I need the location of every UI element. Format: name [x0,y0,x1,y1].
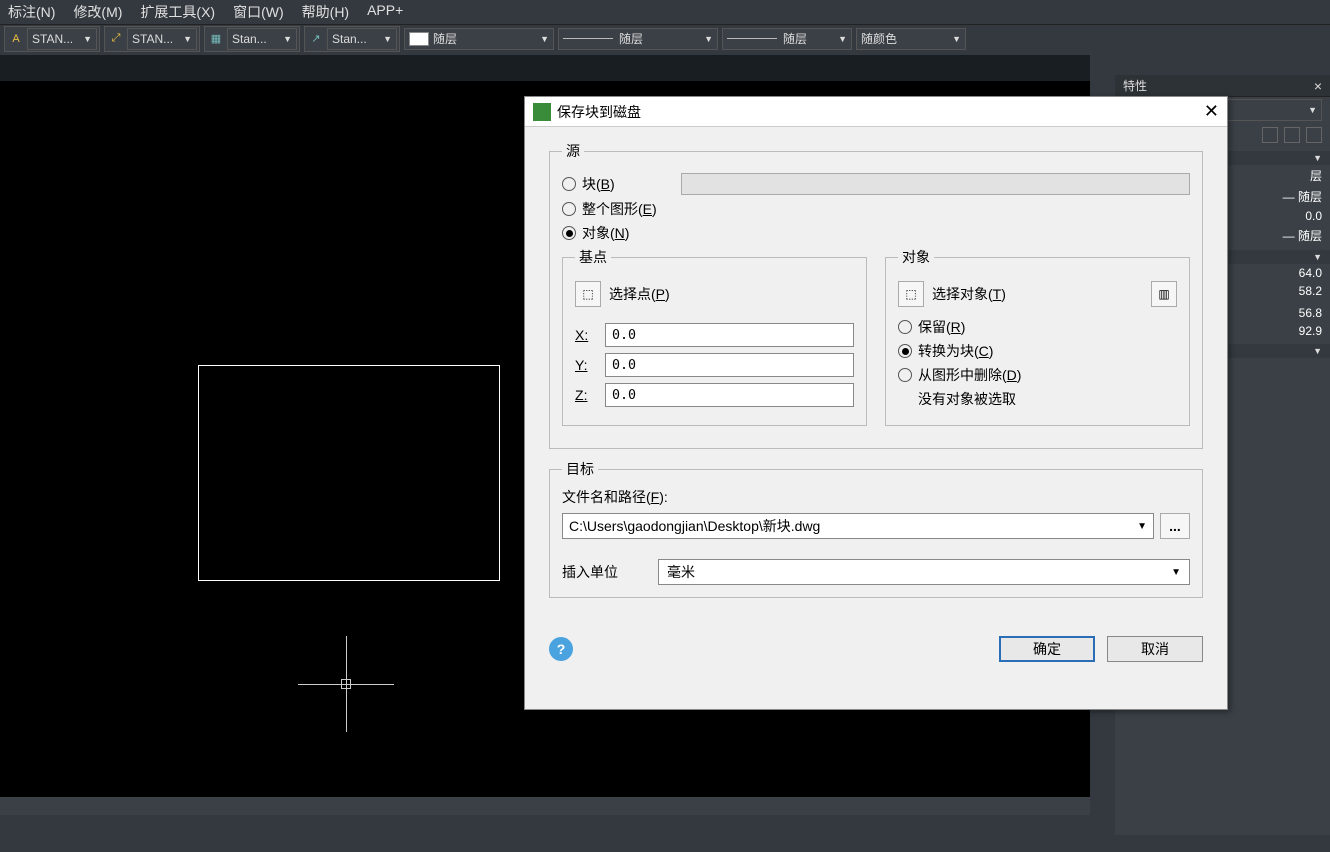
source-legend: 源 [562,141,584,161]
radio-objects[interactable] [562,226,576,240]
radio-retain-label[interactable]: 保留(R) [918,317,965,337]
prop-icon-3[interactable] [1306,127,1322,143]
tablestyle-dropdown[interactable]: Stan...▼ [227,28,297,50]
dim-style-icon[interactable]: ⤢ [107,30,125,48]
x-input[interactable] [605,323,854,347]
dimstyle-dropdown[interactable]: STAN...▼ [127,28,197,50]
radio-block[interactable] [562,177,576,191]
browse-button[interactable]: ... [1160,513,1190,539]
objects-fieldset: 对象 ⬚ 选择对象(T) ▥ 保留(R) 转换为块(C) 从图形中删除(D) 没… [885,247,1190,426]
prop-icon-1[interactable] [1262,127,1278,143]
menu-ext[interactable]: 扩展工具(X) [140,2,215,22]
path-label: 文件名和路径(F): [562,487,1190,507]
radio-convert-label[interactable]: 转换为块(C) [918,341,993,361]
lineweight-dropdown[interactable]: 随层▼ [722,28,852,50]
radio-block-label[interactable]: 块(B) [582,174,615,194]
basepoint-legend: 基点 [575,247,611,267]
style-group-3: ▦ Stan...▼ [204,26,300,52]
mleader-style-icon[interactable]: ↗ [307,30,325,48]
source-fieldset: 源 块(B) 整个图形(E) 对象(N) 基点 ⬚ 选择点(P) [549,141,1203,449]
menu-modify[interactable]: 修改(M) [73,2,122,22]
layer-color-dropdown[interactable]: 随层▼ [404,28,554,50]
text-style-icon[interactable]: A [7,30,25,48]
pick-point-label[interactable]: 选择点(P) [609,284,670,304]
radio-delete[interactable] [898,368,912,382]
selection-status: 没有对象被选取 [918,389,1177,409]
radio-entire[interactable] [562,202,576,216]
radio-retain[interactable] [898,320,912,334]
style-group-4: ↗ Stan...▼ [304,26,400,52]
target-fieldset: 目标 文件名和路径(F): C:\Users\gaodongjian\Deskt… [549,459,1203,598]
rectangle-object[interactable] [198,365,500,581]
menu-app[interactable]: APP+ [367,2,403,22]
z-label: Z: [575,387,595,403]
radio-entire-label[interactable]: 整个图形(E) [582,199,657,219]
path-input[interactable]: C:\Users\gaodongjian\Desktop\新块.dwg▼ [562,513,1154,539]
basepoint-fieldset: 基点 ⬚ 选择点(P) X: Y: Z: [562,247,867,426]
radio-delete-label[interactable]: 从图形中删除(D) [918,365,1021,385]
objects-legend: 对象 [898,247,934,267]
style-group-2: ⤢ STAN...▼ [104,26,200,52]
dialog-close-button[interactable]: ✕ [1204,101,1219,122]
properties-title: 特性 × [1115,75,1330,97]
menu-bar: 标注(N) 修改(M) 扩展工具(X) 窗口(W) 帮助(H) APP+ [0,0,1330,24]
close-icon[interactable]: × [1314,78,1322,94]
pick-point-button[interactable]: ⬚ [575,281,601,307]
x-label: X: [575,327,595,343]
help-button[interactable]: ? [549,637,573,661]
wblock-dialog: 保存块到磁盘 ✕ 源 块(B) 整个图形(E) 对象(N) 基点 [524,96,1228,710]
plotcolor-dropdown[interactable]: 随颜色▼ [856,28,966,50]
z-input[interactable] [605,383,854,407]
target-legend: 目标 [562,459,598,479]
dialog-footer: ? 确定 取消 [525,622,1227,680]
menu-help[interactable]: 帮助(H) [302,2,349,22]
unit-dropdown[interactable]: 毫米▼ [658,559,1190,585]
y-label: Y: [575,357,595,373]
block-name-dropdown [681,173,1190,195]
unit-label: 插入单位 [562,562,618,582]
toolbar: A STAN...▼ ⤢ STAN...▼ ▦ Stan...▼ ↗ Stan.… [0,24,1330,52]
style-group-1: A STAN...▼ [4,26,100,52]
quick-select-button[interactable]: ▥ [1151,281,1177,307]
canvas-scrollbar-h[interactable] [0,797,1090,815]
radio-objects-label[interactable]: 对象(N) [582,223,629,243]
table-style-icon[interactable]: ▦ [207,30,225,48]
select-objects-label[interactable]: 选择对象(T) [932,284,1006,304]
select-objects-button[interactable]: ⬚ [898,281,924,307]
y-input[interactable] [605,353,854,377]
app-icon [533,103,551,121]
mleaderstyle-dropdown[interactable]: Stan...▼ [327,28,397,50]
prop-icon-2[interactable] [1284,127,1300,143]
textstyle-dropdown[interactable]: STAN...▼ [27,28,97,50]
dialog-title: 保存块到磁盘 [557,102,641,122]
menu-dim[interactable]: 标注(N) [8,2,55,22]
cancel-button[interactable]: 取消 [1107,636,1203,662]
dialog-titlebar: 保存块到磁盘 ✕ [525,97,1227,127]
radio-convert[interactable] [898,344,912,358]
ok-button[interactable]: 确定 [999,636,1095,662]
properties-title-text: 特性 [1123,77,1147,94]
menu-window[interactable]: 窗口(W) [233,2,284,22]
linetype-dropdown[interactable]: 随层▼ [558,28,718,50]
